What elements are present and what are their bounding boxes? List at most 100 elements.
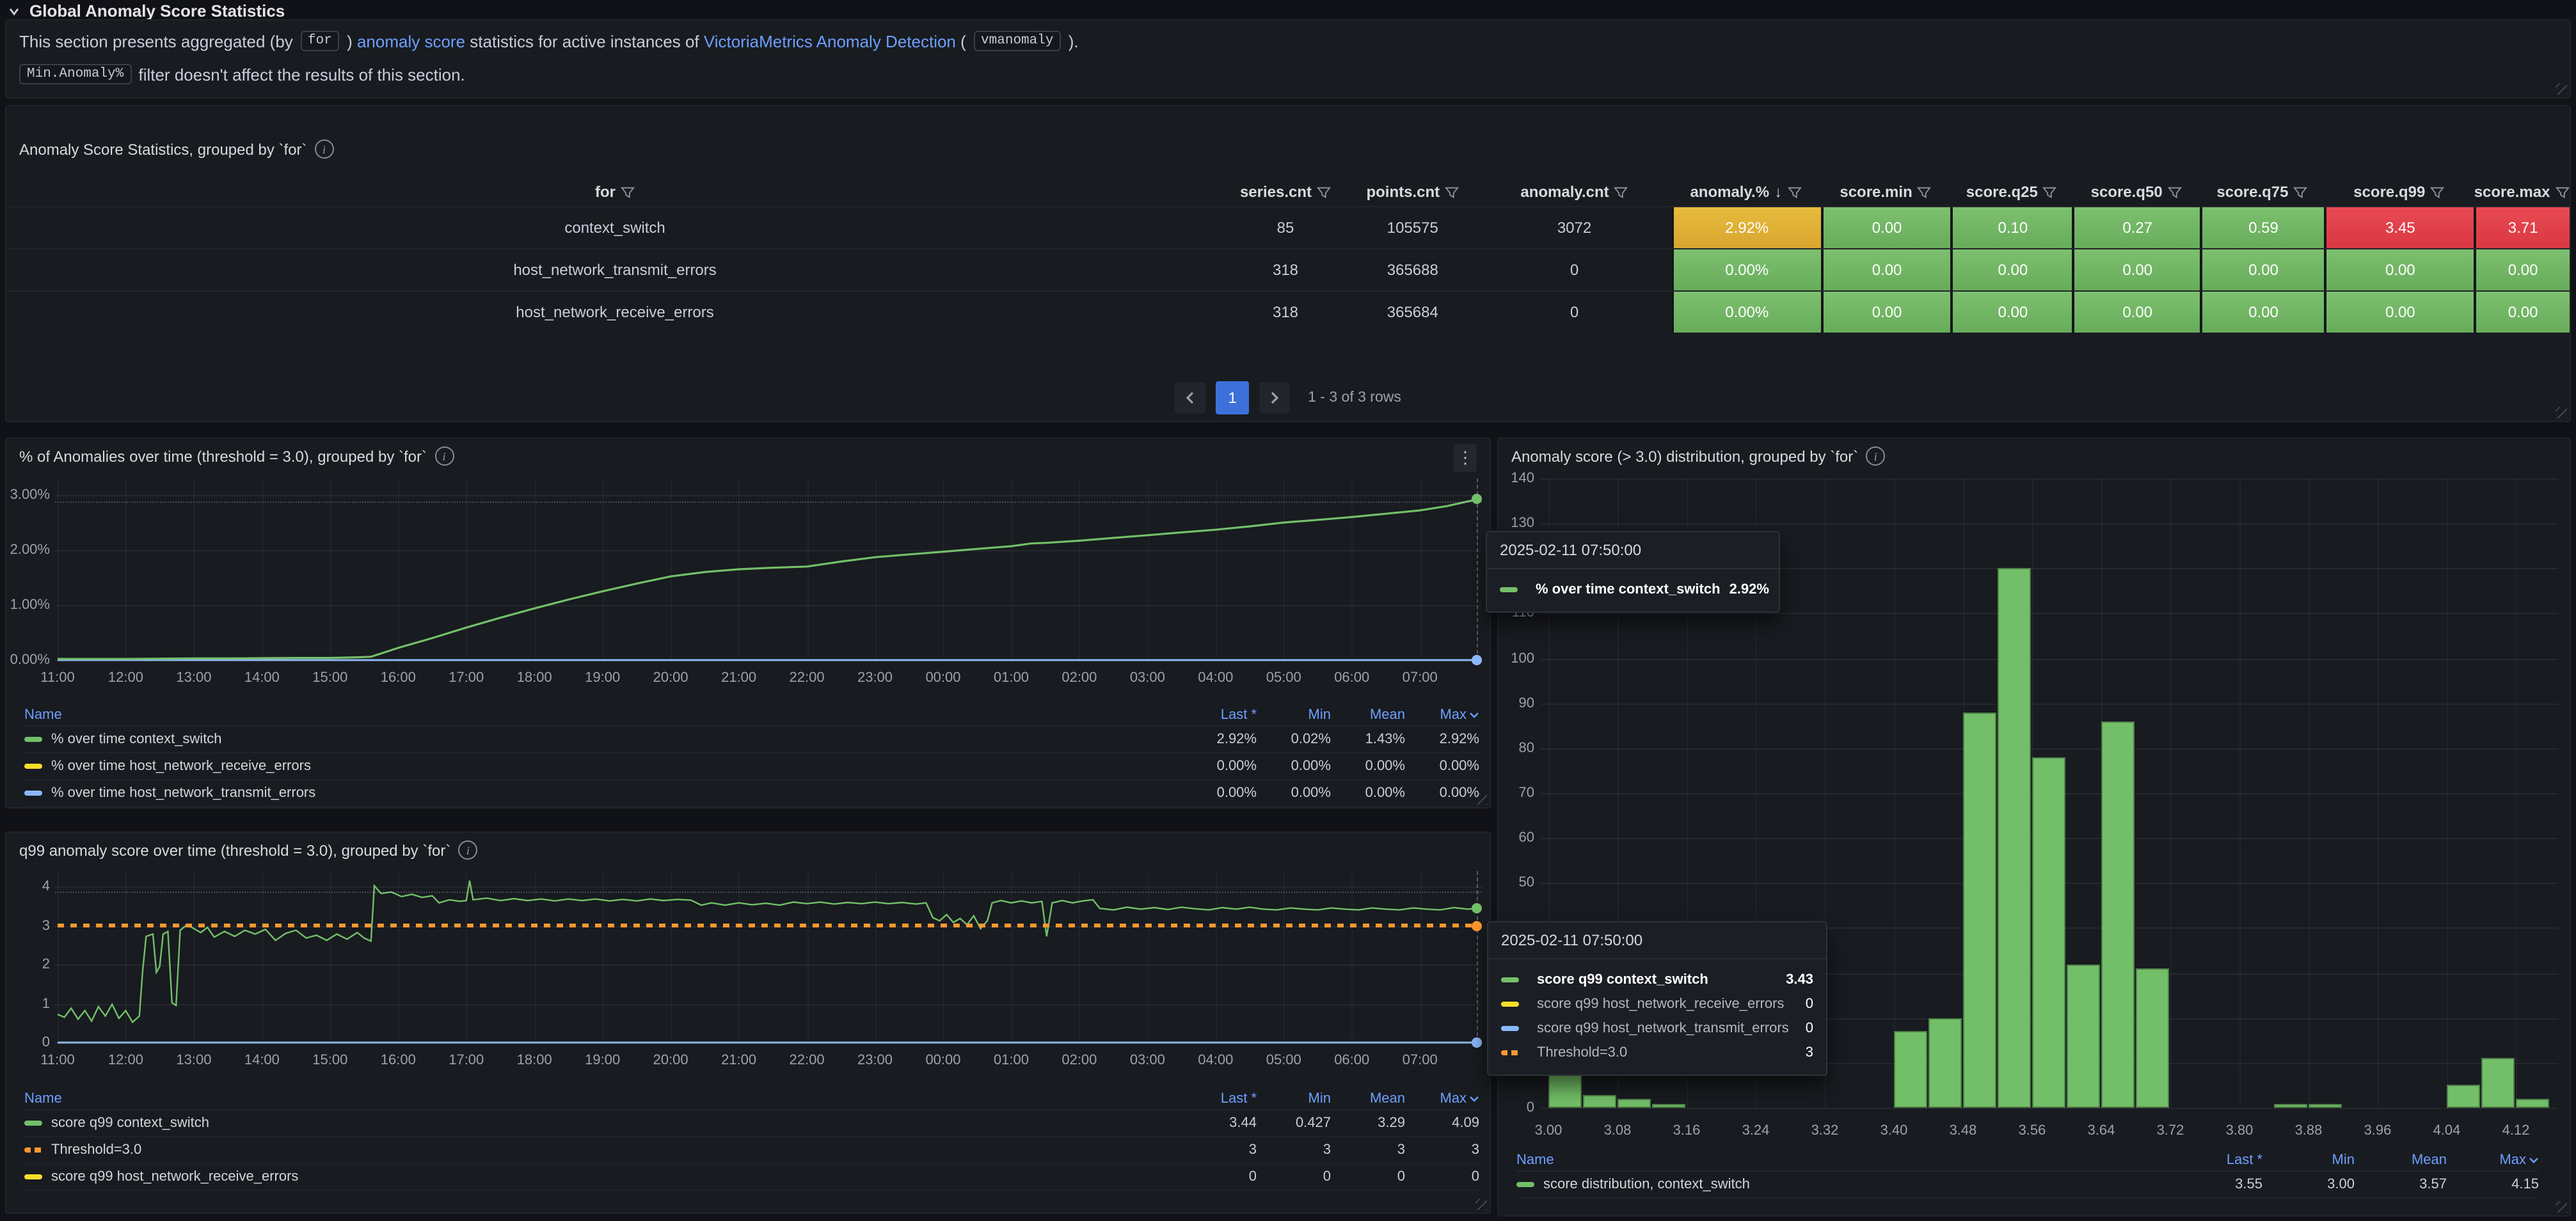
- column-header-score.min[interactable]: score.min: [1820, 178, 1951, 206]
- column-header-score.q99[interactable]: score.q99: [2324, 178, 2474, 206]
- code-chip-vmanomaly: vmanomaly: [973, 31, 1061, 51]
- legend-series-name[interactable]: Threshold=3.0: [51, 1142, 1182, 1158]
- legend-series-name[interactable]: score distribution, context_switch: [1543, 1177, 2170, 1192]
- info-icon[interactable]: i: [1866, 446, 1885, 466]
- x-axis-label: 3.64: [2078, 1123, 2124, 1138]
- series-color-pill: [24, 1121, 42, 1126]
- panel-resize-handle[interactable]: [2556, 1201, 2567, 1213]
- legend-series-name[interactable]: % over time host_network_receive_errors: [51, 759, 1182, 774]
- legend-header-max[interactable]: Max: [1405, 1091, 1479, 1107]
- column-label: anomaly.%: [1690, 183, 1769, 201]
- x-axis-label: 3.72: [2147, 1123, 2193, 1138]
- cell-score: 0.00: [2474, 249, 2570, 290]
- legend-stat-value: 3: [1257, 1142, 1331, 1158]
- legend-header-mean[interactable]: Mean: [1331, 707, 1405, 723]
- filter-icon[interactable]: [1317, 185, 1331, 199]
- legend-header-mean[interactable]: Mean: [1331, 1091, 1405, 1107]
- legend-header-min[interactable]: Min: [1257, 707, 1331, 723]
- anomaly-score-link[interactable]: anomaly score: [357, 31, 465, 51]
- column-header-for[interactable]: for: [6, 178, 1223, 206]
- next-page-button[interactable]: [1259, 382, 1290, 413]
- table-row: context_switch8510557530722.92%0.000.100…: [6, 206, 2570, 248]
- filter-icon[interactable]: [1918, 185, 1932, 199]
- legend: NameLast *MinMeanMax % over time context_…: [6, 705, 1490, 807]
- panel-resize-handle[interactable]: [2556, 83, 2567, 95]
- legend-header-last[interactable]: Last *: [2170, 1153, 2262, 1168]
- legend-series-name[interactable]: % over time host_network_transmit_errors: [51, 785, 1182, 801]
- vmanomaly-docs-link[interactable]: VictoriaMetrics Anomaly Detection: [704, 31, 956, 51]
- histogram-bar: [2274, 1103, 2307, 1108]
- column-label: score.min: [1840, 183, 1912, 201]
- cell-score: 0.00: [2072, 292, 2200, 333]
- cell-score: 0.00: [1820, 207, 1951, 248]
- chevron-down-icon[interactable]: [8, 4, 20, 17]
- filter-icon[interactable]: [1614, 185, 1628, 199]
- chevron-down-icon: [2529, 1156, 2539, 1164]
- panel-title-text: Anomaly score (> 3.0) distribution, grou…: [1511, 447, 1858, 465]
- column-header-score.max[interactable]: score.max: [2474, 178, 2570, 206]
- series-color-pill: [24, 764, 42, 769]
- cell-value: 365684: [1348, 292, 1478, 333]
- legend-stat-value: 0.427: [1257, 1115, 1331, 1131]
- series-line: [58, 881, 1477, 1022]
- cell-for: host_network_receive_errors: [6, 292, 1223, 333]
- legend-header-min[interactable]: Min: [2262, 1153, 2355, 1168]
- legend-series-name[interactable]: score q99 host_network_receive_errors: [51, 1169, 1182, 1185]
- filter-icon[interactable]: [2555, 185, 2569, 199]
- column-header-anomaly.%[interactable]: anomaly.% ↓: [1671, 178, 1820, 206]
- legend-stat-value: 4.09: [1405, 1115, 1479, 1131]
- legend-header-name[interactable]: Name: [1516, 1153, 2170, 1168]
- column-label: anomaly.cnt: [1520, 183, 1609, 201]
- info-icon[interactable]: i: [315, 139, 334, 159]
- tooltip-row: % over time context_switch2.92%: [1500, 577, 1766, 601]
- chevron-down-icon: [1469, 1095, 1479, 1103]
- filter-icon[interactable]: [2294, 185, 2308, 199]
- legend-stat-value: 3: [1182, 1142, 1257, 1158]
- legend-header-last[interactable]: Last *: [1182, 1091, 1257, 1107]
- column-header-score.q50[interactable]: score.q50: [2072, 178, 2200, 206]
- table-panel-title[interactable]: Anomaly Score Statistics, grouped by `fo…: [19, 139, 334, 159]
- cell-value: 3072: [1478, 207, 1671, 248]
- series-end-dot: [1472, 1037, 1482, 1048]
- filter-icon[interactable]: [2043, 185, 2057, 199]
- column-header-score.q25[interactable]: score.q25: [1951, 178, 2072, 206]
- panel-resize-handle[interactable]: [2556, 407, 2567, 418]
- legend-header-min[interactable]: Min: [1257, 1091, 1331, 1107]
- legend-header-mean[interactable]: Mean: [2355, 1153, 2447, 1168]
- sort-desc-icon[interactable]: ↓: [1774, 183, 1782, 201]
- column-header-anomaly.cnt[interactable]: anomaly.cnt: [1478, 178, 1671, 206]
- column-header-points.cnt[interactable]: points.cnt: [1348, 178, 1478, 206]
- legend-series-name[interactable]: score q99 context_switch: [51, 1115, 1182, 1131]
- cell-value: 365688: [1348, 249, 1478, 290]
- chart-panel-title[interactable]: Anomaly score (> 3.0) distribution, grou…: [1511, 446, 1885, 466]
- legend-stat-value: 3.55: [2170, 1177, 2262, 1192]
- page-number-button[interactable]: 1: [1216, 381, 1249, 414]
- legend-stat-value: 0.00%: [1257, 785, 1331, 801]
- prev-page-button[interactable]: [1175, 382, 1205, 413]
- tooltip-row: score q99 context_switch3.43: [1501, 967, 1813, 991]
- histogram-bar: [2309, 1103, 2342, 1108]
- column-header-series.cnt[interactable]: series.cnt: [1223, 178, 1348, 206]
- y-axis-label: 70: [1499, 785, 1534, 801]
- filter-icon[interactable]: [621, 185, 635, 199]
- legend-header-last[interactable]: Last *: [1182, 707, 1257, 723]
- cell-score: 0.00: [1951, 249, 2072, 290]
- x-axis-label: 3.24: [1733, 1123, 1779, 1138]
- x-axis-label: 3.48: [1940, 1123, 1986, 1138]
- description-text: statistics for active instances of: [465, 31, 704, 51]
- column-label: points.cnt: [1366, 183, 1440, 201]
- filter-icon[interactable]: [2430, 185, 2444, 199]
- legend-series-name[interactable]: % over time context_switch: [51, 732, 1182, 747]
- legend-header-max[interactable]: Max: [1405, 707, 1479, 723]
- filter-icon[interactable]: [2168, 185, 2182, 199]
- cell-score: 2.92%: [1671, 207, 1820, 248]
- legend-header-max[interactable]: Max: [2447, 1153, 2539, 1168]
- column-header-score.q75[interactable]: score.q75: [2200, 178, 2325, 206]
- cell-score: 0.59: [2200, 207, 2325, 248]
- tooltip-rows: % over time context_switch2.92%: [1487, 569, 1779, 611]
- filter-icon[interactable]: [1445, 185, 1459, 199]
- legend-header-name[interactable]: Name: [24, 1091, 1182, 1107]
- filter-icon[interactable]: [1787, 185, 1801, 199]
- section-header[interactable]: Global Anomaly Score Statistics: [8, 1, 285, 20]
- legend-header-name[interactable]: Name: [24, 707, 1182, 723]
